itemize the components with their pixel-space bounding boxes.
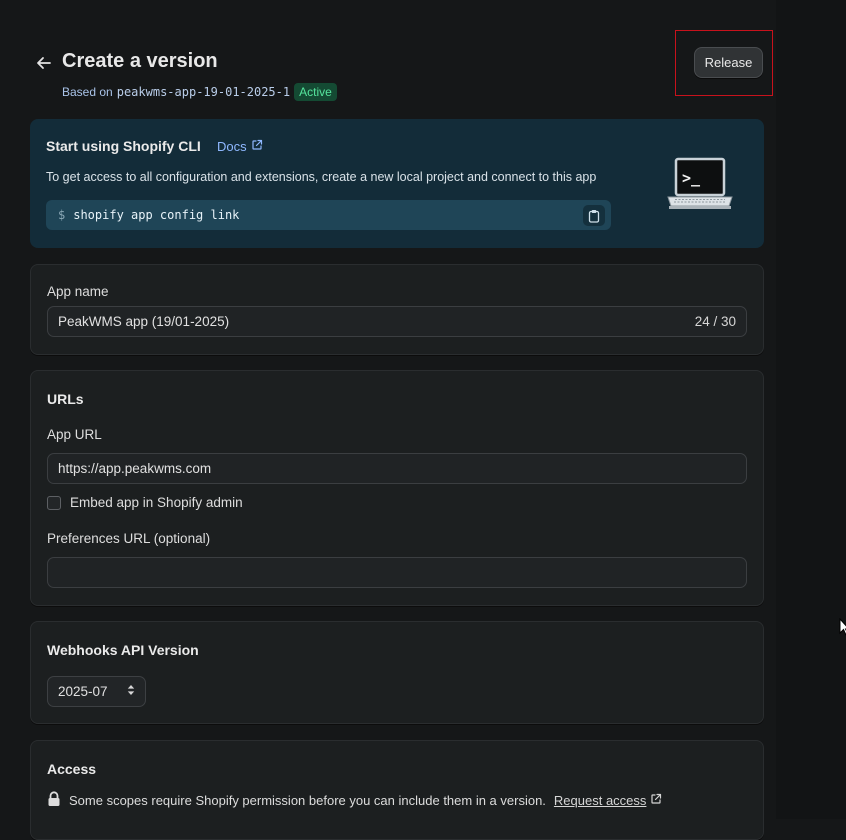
app-url-label: App URL — [47, 427, 102, 442]
shopify-cli-banner: Start using Shopify CLI Docs To get acce… — [30, 119, 764, 248]
preferences-url-input[interactable] — [47, 557, 747, 588]
webhooks-title: Webhooks API Version — [47, 642, 199, 658]
request-access-label: Request access — [553, 793, 647, 808]
access-notice-text: Some scopes require Shopify permission b… — [69, 793, 546, 808]
external-link-icon — [251, 139, 263, 154]
access-card: Access Some scopes require Shopify permi… — [30, 740, 764, 840]
external-link-icon — [650, 793, 662, 808]
based-on-row: Based on peakwms-app-19-01-2025-1 Active — [62, 83, 337, 101]
cli-prompt: $ — [58, 208, 66, 222]
webhooks-version-select[interactable]: 2025-07 — [47, 676, 146, 707]
embed-app-row: Embed app in Shopify admin — [47, 495, 243, 510]
terminal-laptop-icon: >_ — [667, 157, 733, 216]
webhooks-version-value: 2025-07 — [58, 684, 108, 699]
back-arrow-icon[interactable] — [34, 53, 54, 73]
cli-command-text: shopify app config link — [73, 208, 240, 222]
release-button[interactable]: Release — [694, 47, 763, 78]
urls-card: URLs App URL https://app.peakwms.com Emb… — [30, 370, 764, 606]
page-title: Create a version — [62, 50, 218, 72]
cli-banner-description: To get access to all configuration and e… — [46, 170, 597, 184]
terminal-glyph: >_ — [682, 169, 701, 187]
access-notice-row: Some scopes require Shopify permission b… — [47, 791, 662, 810]
app-name-value: PeakWMS app (19/01-2025) — [58, 314, 230, 329]
docs-link-label: Docs — [217, 139, 247, 154]
app-name-card: App name PeakWMS app (19/01-2025) 24 / 3… — [30, 264, 764, 355]
app-url-value: https://app.peakwms.com — [58, 461, 212, 476]
embed-app-label: Embed app in Shopify admin — [70, 495, 243, 510]
webhooks-card: Webhooks API Version 2025-07 — [30, 621, 764, 724]
embed-app-checkbox[interactable] — [47, 495, 61, 510]
app-url-input[interactable]: https://app.peakwms.com — [47, 453, 747, 484]
select-arrows-icon — [127, 684, 135, 699]
character-counter: 24 / 30 — [694, 314, 736, 329]
copy-icon[interactable] — [583, 205, 605, 226]
app-name-label: App name — [47, 284, 109, 299]
preferences-url-label: Preferences URL (optional) — [47, 531, 211, 546]
mouse-cursor-icon — [839, 617, 846, 641]
app-name-input[interactable]: PeakWMS app (19/01-2025) 24 / 30 — [47, 306, 747, 337]
based-on-version: peakwms-app-19-01-2025-1 — [116, 85, 291, 99]
cli-banner-title: Start using Shopify CLI — [46, 138, 201, 154]
urls-title: URLs — [47, 391, 84, 407]
access-title: Access — [47, 761, 97, 777]
docs-link[interactable]: Docs — [217, 139, 263, 154]
background-strip — [776, 0, 846, 819]
based-on-label: Based on — [62, 85, 113, 99]
status-badge: Active — [294, 83, 337, 101]
cli-command-box: $ shopify app config link — [46, 200, 611, 230]
request-access-link[interactable]: Request access — [554, 793, 663, 808]
lock-icon — [47, 791, 61, 810]
